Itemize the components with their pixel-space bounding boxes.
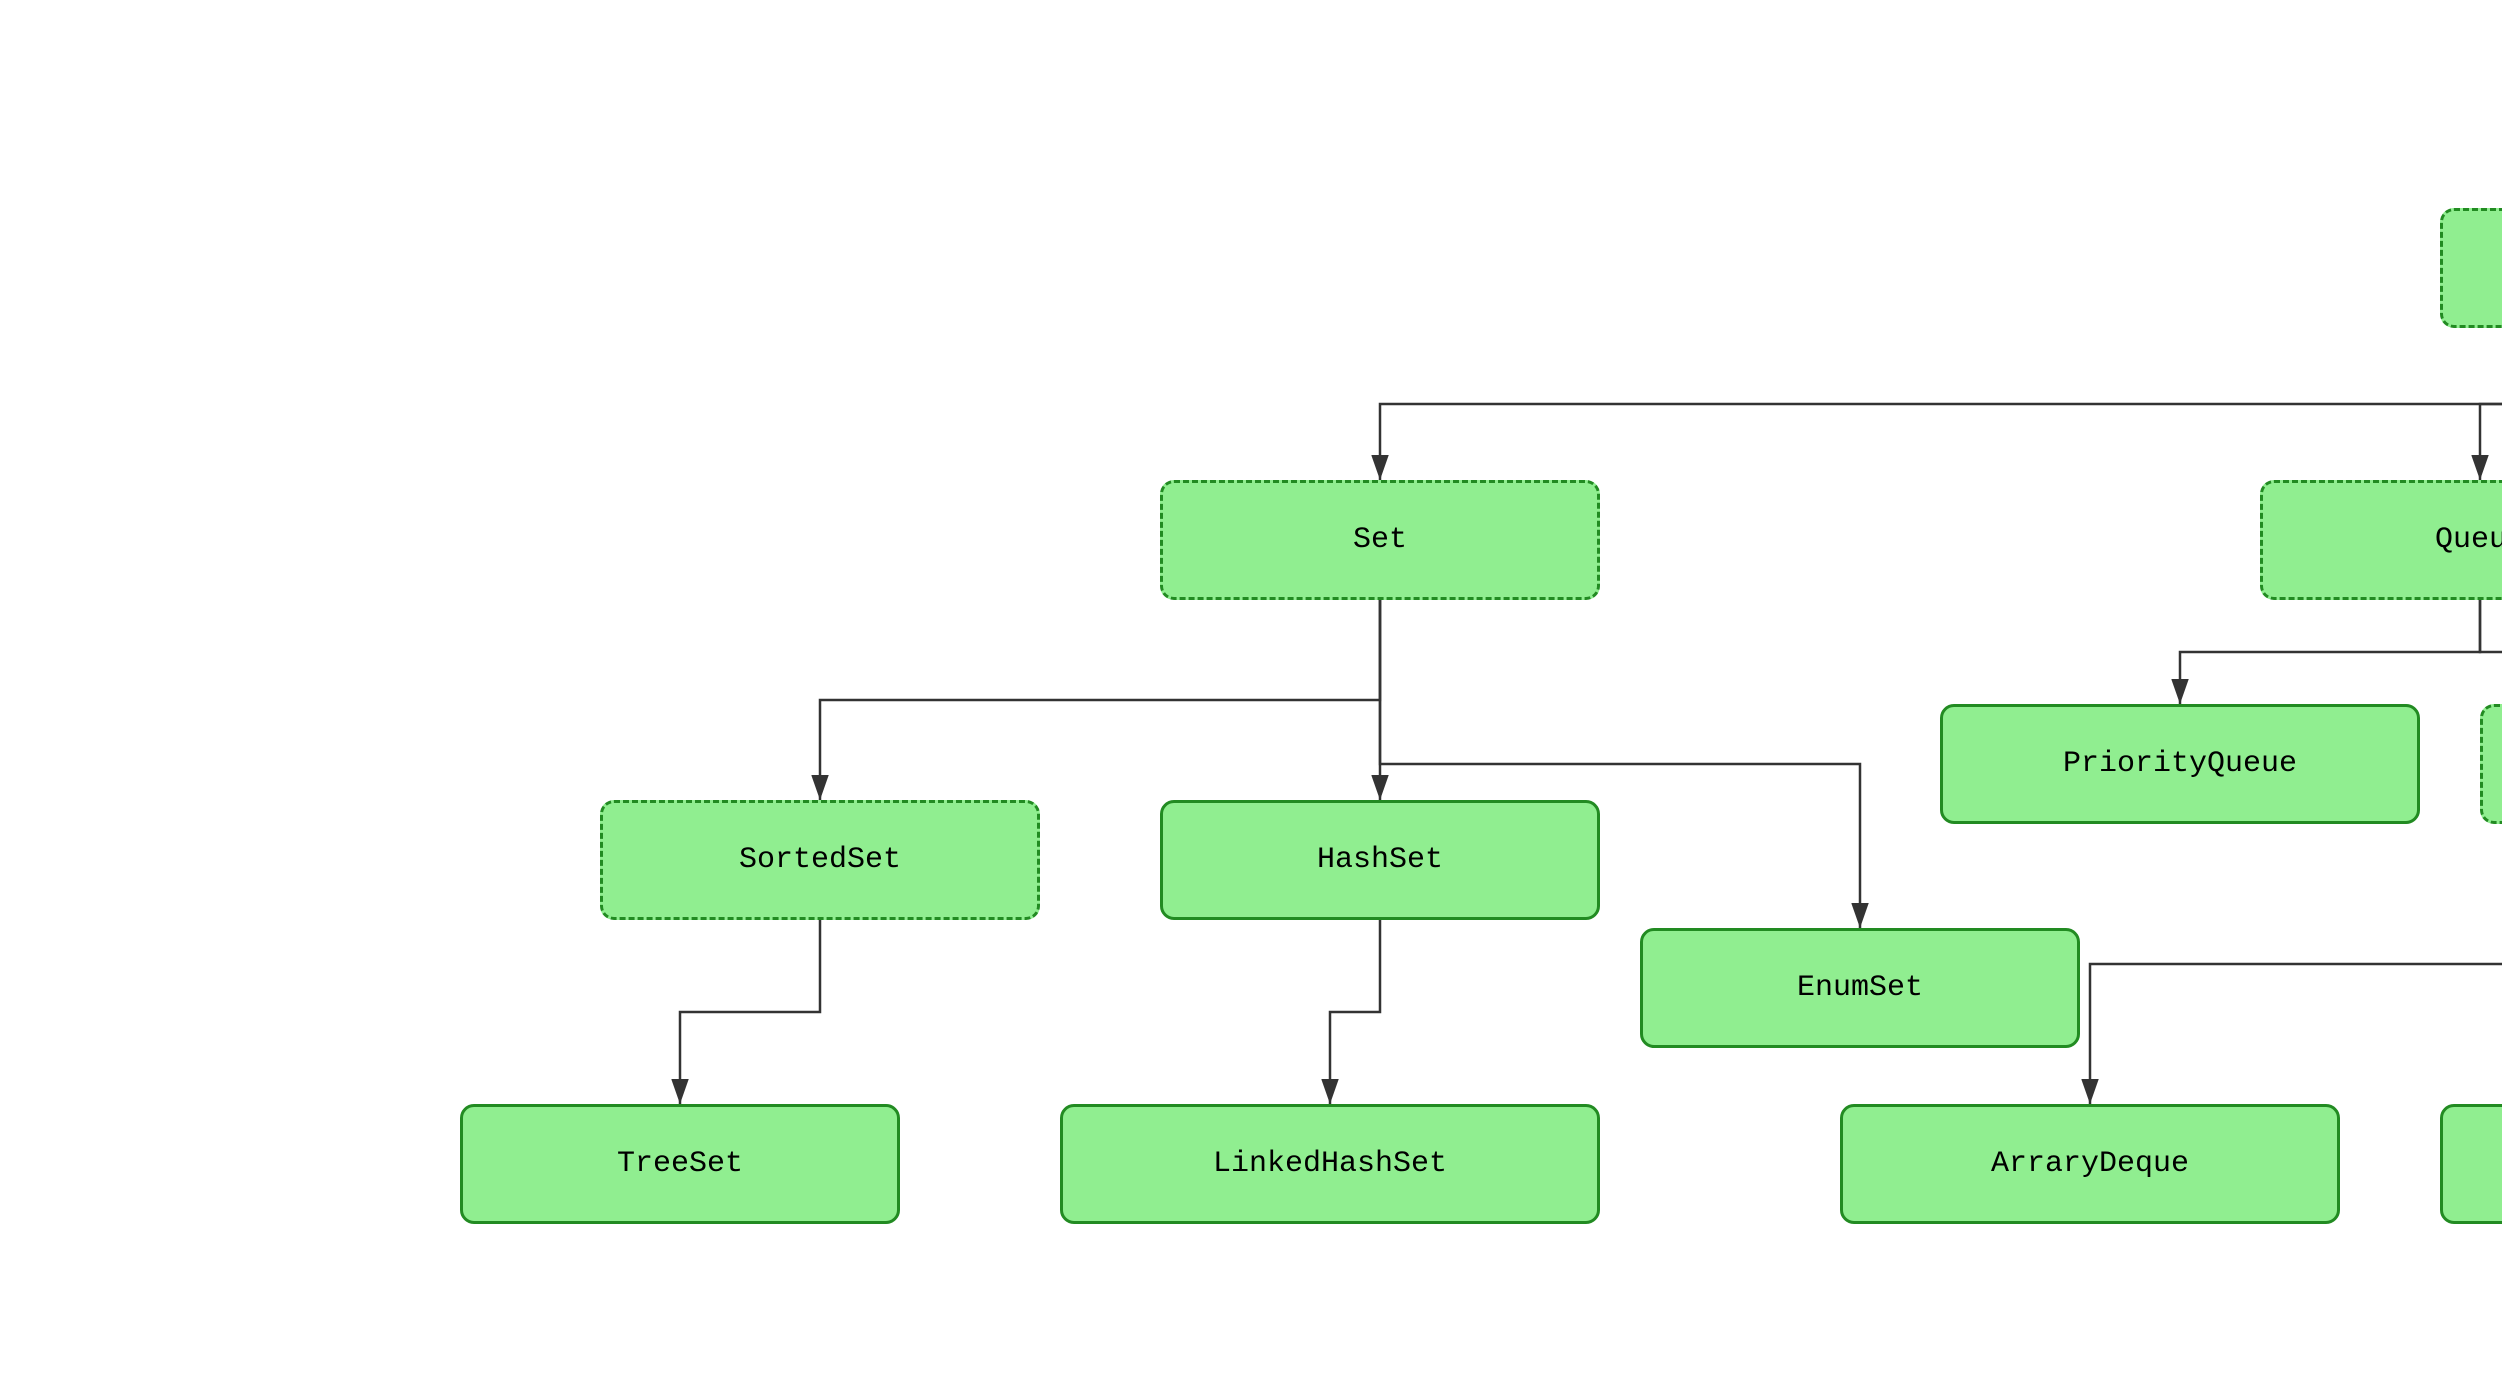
node-arraydeque: ArraryDeque [1840, 1104, 2340, 1224]
node-label-sortedset: SortedSet [739, 843, 901, 877]
node-collection: Collection [2440, 208, 2502, 328]
node-label-hashset: HashSet [1317, 843, 1443, 877]
node-label-enumset: EnumSet [1797, 971, 1923, 1005]
node-hashset: HashSet [1160, 800, 1600, 920]
node-priorityqueue: PriorityQueue [1940, 704, 2420, 824]
node-sortedset: SortedSet [600, 800, 1040, 920]
node-linkedhashset: LinkedHashSet [1060, 1104, 1600, 1224]
node-treeset: TreeSet [460, 1104, 900, 1224]
node-label-queue: Queue [2435, 523, 2502, 557]
node-deque: Deque [2480, 704, 2502, 824]
diagram-container: CollectionSetQueueListSortedSetHashSetEn… [0, 0, 2502, 1392]
node-label-priorityqueue: PriorityQueue [2063, 747, 2297, 781]
node-label-treeset: TreeSet [617, 1147, 743, 1181]
node-queue: Queue [2260, 480, 2502, 600]
node-set: Set [1160, 480, 1600, 600]
node-label-linkedhashset: LinkedHashSet [1213, 1147, 1447, 1181]
node-linkedlist: LinkedList [2440, 1104, 2502, 1224]
node-label-set: Set [1353, 523, 1407, 557]
node-enumset: EnumSet [1640, 928, 2080, 1048]
node-label-arraydeque: ArraryDeque [1991, 1147, 2189, 1181]
